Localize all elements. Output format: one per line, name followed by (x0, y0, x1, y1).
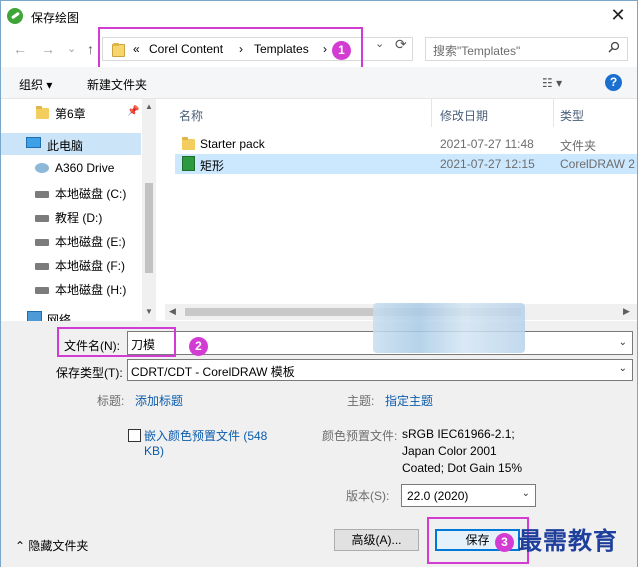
sidebar-item-label: 教程 (D:) (55, 211, 103, 225)
color-profile-line-1: sRGB IEC61966-2.1; (402, 427, 515, 441)
view-options-button[interactable]: ☷ ▾ (542, 76, 562, 90)
search-input[interactable]: 搜索"Templates" (425, 37, 628, 61)
sidebar-item-drive-f[interactable]: 本地磁盘 (F:) (1, 253, 141, 275)
step-badge-1: 1 (332, 41, 351, 60)
organize-button[interactable]: 组织 ▾ (19, 76, 52, 93)
file-name: 矩形 (200, 159, 225, 173)
drive-icon (35, 287, 49, 294)
scroll-right-icon[interactable]: ▶ (623, 306, 630, 317)
file-type: 文件夹 (560, 139, 597, 153)
advanced-button[interactable]: 高级(A)... (334, 529, 419, 551)
file-name: Starter pack (200, 137, 265, 151)
computer-icon (26, 137, 41, 148)
window-title: 保存绘图 (31, 11, 80, 25)
back-button[interactable]: ← (13, 41, 27, 57)
sidebar-item-this-pc[interactable]: 此电脑 (1, 133, 141, 155)
scroll-up-icon[interactable]: ▲ (145, 102, 153, 111)
drive-icon (35, 239, 49, 246)
cloud-drive-icon (35, 163, 49, 173)
command-bar: 组织 ▾ 新建文件夹 ☷ ▾ ? (1, 67, 637, 99)
sidebar-item-chapter6[interactable]: 第6章 📌 (1, 101, 141, 123)
filetype-label: 保存类型(T): (56, 366, 123, 380)
sidebar-item-label: 本地磁盘 (H:) (55, 283, 127, 297)
sidebar-item-label: 网络 (47, 313, 72, 321)
hide-folders-label: 隐藏文件夹 (28, 539, 89, 553)
address-dropdown-button[interactable]: ⌄ (375, 37, 384, 50)
scrollbar-thumb[interactable] (145, 183, 153, 273)
sidebar-item-label: 本地磁盘 (C:) (55, 187, 127, 201)
sidebar-item-drive-c[interactable]: 本地磁盘 (C:) (1, 181, 141, 203)
sidebar-item-label: A360 Drive (55, 161, 115, 175)
forward-button[interactable]: → (41, 41, 55, 57)
sidebar-item-drive-h[interactable]: 本地磁盘 (H:) (1, 277, 141, 299)
color-profile-line-3: Coated; Dot Gain 15% (402, 461, 523, 475)
title-label: 标题: (97, 394, 125, 408)
search-icon (608, 41, 620, 53)
folder-icon (182, 137, 195, 150)
version-value: 22.0 (2020) (407, 489, 469, 503)
scroll-down-icon[interactable]: ▼ (145, 307, 153, 316)
drive-icon (35, 191, 49, 198)
file-type: CorelDRAW 2 (560, 157, 635, 171)
sidebar-item-label: 本地磁盘 (F:) (55, 259, 125, 273)
sidebar-item-a360-drive[interactable]: A360 Drive (1, 157, 141, 179)
sidebar-item-network[interactable]: 网络 (1, 307, 141, 321)
callout-filename-highlight (57, 327, 176, 357)
navigation-pane-scrollbar[interactable]: ▲ ▼ (142, 99, 156, 321)
chevron-up-icon: ⌃ (15, 539, 29, 553)
color-profile-line-2: Japan Color 2001 (402, 444, 497, 458)
blurred-region (373, 303, 525, 353)
chevron-down-icon[interactable]: ⌄ (522, 488, 530, 499)
refresh-button[interactable]: ⟳ (395, 36, 407, 53)
file-date: 2021-07-27 11:48 (440, 137, 534, 151)
file-row-rectangle[interactable]: 矩形 2021-07-27 12:15 CorelDRAW 2 (175, 154, 637, 174)
pin-icon: 📌 (127, 106, 140, 117)
column-divider[interactable] (553, 99, 554, 127)
sidebar-item-label: 本地磁盘 (E:) (55, 235, 126, 249)
filetype-value: CDRT/CDT - CorelDRAW 模板 (131, 365, 295, 379)
hide-folders-button[interactable]: ⌃ 隐藏文件夹 (15, 537, 88, 554)
chevron-down-icon[interactable]: ⌄ (619, 337, 627, 348)
version-select[interactable]: 22.0 (2020) ⌄ (401, 484, 536, 507)
column-divider[interactable] (431, 99, 432, 127)
coreldraw-file-icon (182, 156, 195, 171)
embed-color-profile-size[interactable]: KB) (144, 444, 164, 458)
sidebar-item-drive-e[interactable]: 本地磁盘 (E:) (1, 229, 141, 251)
sidebar-item-drive-d[interactable]: 教程 (D:) (1, 205, 141, 227)
step-badge-3: 3 (495, 533, 514, 552)
new-folder-button[interactable]: 新建文件夹 (87, 76, 147, 93)
sidebar-item-label: 第6章 (55, 107, 86, 121)
subject-label: 主题: (347, 394, 375, 408)
navigation-pane: 第6章 📌 此电脑 A360 Drive 本地磁盘 (C:) 教程 (D:) 本… (1, 99, 156, 321)
recent-locations-button[interactable]: ⌄ (67, 42, 76, 55)
scroll-left-icon[interactable]: ◀ (169, 306, 176, 317)
version-label: 版本(S): (346, 489, 390, 503)
column-header-type[interactable]: 类型 (560, 107, 584, 124)
network-icon (27, 311, 42, 321)
up-button[interactable]: ↑ (87, 41, 94, 57)
file-date: 2021-07-27 12:15 (440, 157, 535, 171)
folder-icon (36, 106, 49, 119)
file-list: 名称 修改日期 类型 Starter pack 2021-07-27 11:48… (165, 99, 637, 321)
step-badge-2: 2 (189, 337, 208, 356)
filetype-select[interactable]: CDRT/CDT - CorelDRAW 模板 ⌄ (127, 359, 633, 381)
file-row-starter-pack[interactable]: Starter pack 2021-07-27 11:48 文件夹 (175, 134, 637, 154)
specify-subject-link[interactable]: 指定主题 (385, 392, 433, 409)
color-profile-label: 颜色预置文件: (322, 429, 398, 443)
add-title-link[interactable]: 添加标题 (135, 392, 183, 409)
drive-icon (35, 263, 49, 270)
column-header-name[interactable]: 名称 (179, 107, 203, 124)
drive-icon (35, 215, 49, 222)
help-icon[interactable]: ? (605, 74, 622, 91)
column-header-date[interactable]: 修改日期 (440, 107, 488, 124)
sidebar-item-label: 此电脑 (47, 139, 84, 153)
search-placeholder: 搜索"Templates" (433, 44, 521, 58)
embed-color-profile-checkbox[interactable] (128, 429, 141, 442)
save-dialog: 保存绘图 ✕ ← → ⌄ ↑ « Corel Content › Templat… (0, 0, 638, 567)
close-button[interactable]: ✕ (607, 5, 629, 27)
coreldraw-app-icon (7, 8, 23, 24)
chevron-down-icon[interactable]: ⌄ (619, 363, 627, 374)
watermark-logo: 最需教育 (518, 526, 618, 555)
embed-color-profile-label[interactable]: 嵌入颜色预置文件 (548 (144, 427, 267, 444)
